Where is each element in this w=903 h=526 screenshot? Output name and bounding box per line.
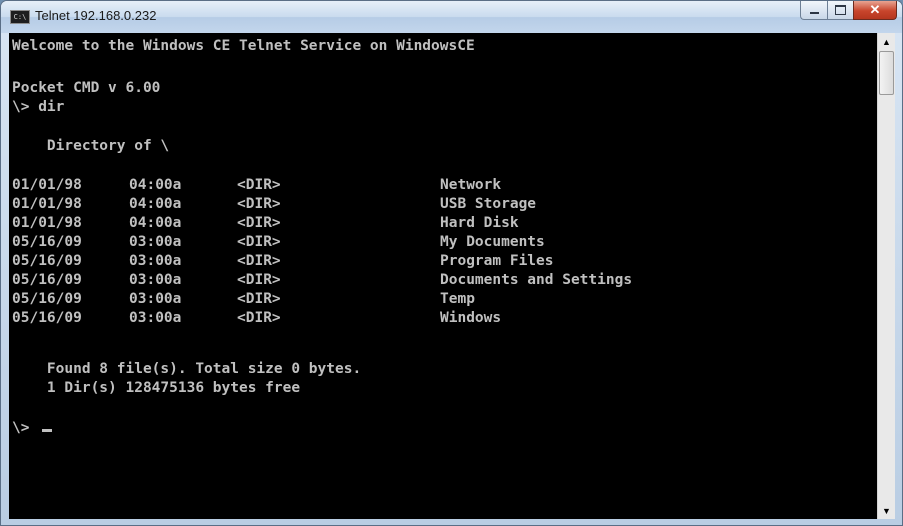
title-bar[interactable]: C:\ Telnet 192.168.0.232 ✕ [1,1,902,33]
scroll-up-button[interactable]: ▲ [878,33,895,50]
scrollbar-thumb[interactable] [879,51,894,95]
entry-date: 05/16/09 [12,272,82,288]
close-icon: ✕ [869,2,881,17]
version-line: Pocket CMD v 6.00 [12,80,161,96]
entry-time: 03:00a [129,234,182,250]
entry-name: Windows [440,310,502,326]
caption-buttons: ✕ [800,1,897,21]
client-area: Welcome to the Windows CE Telnet Service… [9,33,895,519]
entry-date: 05/16/09 [12,291,82,307]
console-output[interactable]: Welcome to the Windows CE Telnet Service… [9,33,876,519]
vertical-scrollbar[interactable]: ▲ ▼ [877,33,895,519]
entry-name: Hard Disk [440,215,519,231]
entry-date: 01/01/98 [12,177,82,193]
entry-type: <DIR> [237,196,281,212]
welcome-line: Welcome to the Windows CE Telnet Service… [12,38,475,54]
entry-name: Temp [440,291,475,307]
entry-type: <DIR> [237,310,281,326]
arrow-down-icon: ▼ [882,505,891,516]
prompt: \> [12,420,30,436]
entry-type: <DIR> [237,215,281,231]
entry-date: 05/16/09 [12,253,82,269]
entry-time: 04:00a [129,215,182,231]
entry-type: <DIR> [237,234,281,250]
entry-type: <DIR> [237,253,281,269]
minimize-icon [809,12,819,14]
entry-date: 01/01/98 [12,196,82,212]
arrow-up-icon: ▲ [882,36,891,47]
summary-dirs: 1 Dir(s) 128475136 bytes free [12,380,301,396]
maximize-button[interactable] [827,1,853,20]
close-button[interactable]: ✕ [853,1,897,20]
entry-name: USB Storage [440,196,537,212]
entry-name: Program Files [440,253,554,269]
maximize-icon [835,5,846,15]
window-title: Telnet 192.168.0.232 [35,8,157,23]
entry-time: 04:00a [129,177,182,193]
entry-date: 05/16/09 [12,310,82,326]
text-cursor [42,429,52,432]
console-icon[interactable]: C:\ [10,10,30,24]
entry-date: 05/16/09 [12,234,82,250]
entry-name: Documents and Settings [440,272,633,288]
entry-time: 03:00a [129,310,182,326]
entry-name: Network [440,177,502,193]
entry-time: 03:00a [129,272,182,288]
entry-type: <DIR> [237,177,281,193]
entry-type: <DIR> [237,272,281,288]
summary-files: Found 8 file(s). Total size 0 bytes. [12,361,362,377]
entry-name: My Documents [440,234,545,250]
entry-time: 03:00a [129,291,182,307]
command-line: \> dir [12,99,65,115]
scroll-down-button[interactable]: ▼ [878,502,895,519]
telnet-window: C:\ Telnet 192.168.0.232 ✕ Welcome to th… [0,0,903,526]
entry-time: 03:00a [129,253,182,269]
directory-header: Directory of \ [12,138,170,154]
entry-date: 01/01/98 [12,215,82,231]
minimize-button[interactable] [800,1,827,20]
entry-time: 04:00a [129,196,182,212]
entry-type: <DIR> [237,291,281,307]
